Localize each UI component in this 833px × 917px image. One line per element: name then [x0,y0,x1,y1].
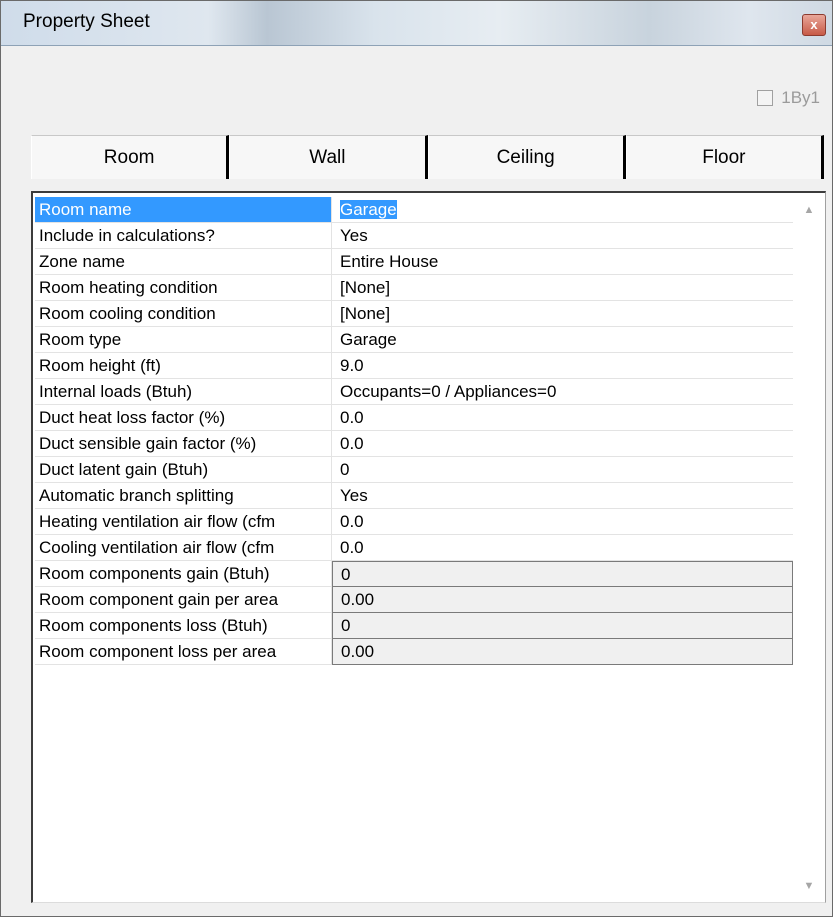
property-grid: Room name Garage Include in calculations… [35,197,793,665]
property-sheet-window: Property Sheet x 1By1 Room Wall Ceiling … [0,0,833,917]
property-value[interactable]: 0.0 [332,535,793,561]
tab-wall[interactable]: Wall [229,135,428,179]
property-value[interactable]: [None] [332,301,793,327]
property-label: Duct heat loss factor (%) [35,405,332,431]
property-value[interactable]: Yes [332,223,793,249]
property-row[interactable]: Room heating condition [None] [35,275,793,301]
property-value-readonly: 0.00 [332,639,793,665]
property-row[interactable]: Duct latent gain (Btuh) 0 [35,457,793,483]
property-value[interactable]: Yes [332,483,793,509]
vertical-scrollbar[interactable]: ▲ ▼ [794,193,824,901]
property-value[interactable]: [None] [332,275,793,301]
property-value-readonly: 0 [332,561,793,587]
close-button[interactable]: x [802,14,826,36]
property-row[interactable]: Cooling ventilation air flow (cfm 0.0 [35,535,793,561]
property-value-text: Garage [340,200,397,219]
scroll-down-arrow-icon[interactable]: ▼ [794,875,824,897]
one-by-one-checkbox[interactable] [757,90,774,106]
property-grid-panel: Room name Garage Include in calculations… [31,191,826,903]
tab-strip: Room Wall Ceiling Floor [31,135,824,179]
title-bar[interactable]: Property Sheet x [1,1,832,46]
property-row-room-name[interactable]: Room name Garage [35,197,793,223]
property-row[interactable]: Heating ventilation air flow (cfm 0.0 [35,509,793,535]
property-row[interactable]: Room cooling condition [None] [35,301,793,327]
one-by-one-option[interactable]: 1By1 [757,87,820,109]
property-row-readonly: Room components loss (Btuh) 0 [35,613,793,639]
property-label: Include in calculations? [35,223,332,249]
property-label: Room component loss per area [35,639,332,665]
property-row-readonly: Room component loss per area 0.00 [35,639,793,665]
property-label: Duct latent gain (Btuh) [35,457,332,483]
property-row[interactable]: Duct sensible gain factor (%) 0.0 [35,431,793,457]
tab-ceiling[interactable]: Ceiling [427,135,626,179]
property-label: Zone name [35,249,332,275]
property-label: Internal loads (Btuh) [35,379,332,405]
property-label: Heating ventilation air flow (cfm [35,509,332,535]
property-label: Room type [35,327,332,353]
property-row[interactable]: Room height (ft) 9.0 [35,353,793,379]
property-value[interactable]: 0 [332,457,793,483]
property-label: Room components loss (Btuh) [35,613,332,639]
property-value[interactable]: 0.0 [332,509,793,535]
property-row[interactable]: Room type Garage [35,327,793,353]
property-row-readonly: Room component gain per area 0.00 [35,587,793,613]
property-value[interactable]: Entire House [332,249,793,275]
property-row-readonly: Room components gain (Btuh) 0 [35,561,793,587]
property-label: Cooling ventilation air flow (cfm [35,535,332,561]
property-value[interactable]: 9.0 [332,353,793,379]
one-by-one-label: 1By1 [781,88,820,107]
property-value[interactable]: Garage [332,197,793,223]
window-title: Property Sheet [23,11,150,32]
tab-room[interactable]: Room [31,135,230,179]
property-value[interactable]: 0.0 [332,405,793,431]
tab-floor[interactable]: Floor [625,135,824,179]
property-row[interactable]: Automatic branch splitting Yes [35,483,793,509]
property-label: Room cooling condition [35,301,332,327]
property-row[interactable]: Zone name Entire House [35,249,793,275]
scroll-up-arrow-icon[interactable]: ▲ [794,199,824,221]
property-value[interactable]: Occupants=0 / Appliances=0 [332,379,793,405]
property-label: Automatic branch splitting [35,483,332,509]
property-row[interactable]: Include in calculations? Yes [35,223,793,249]
property-label: Room height (ft) [35,353,332,379]
property-label: Room component gain per area [35,587,332,613]
property-value[interactable]: Garage [332,327,793,353]
property-label: Room name [35,197,332,223]
property-label: Room heating condition [35,275,332,301]
property-value-readonly: 0 [332,613,793,639]
property-value-readonly: 0.00 [332,587,793,613]
property-label: Room components gain (Btuh) [35,561,332,587]
property-row[interactable]: Duct heat loss factor (%) 0.0 [35,405,793,431]
close-icon: x [810,17,818,32]
property-value[interactable]: 0.0 [332,431,793,457]
property-row[interactable]: Internal loads (Btuh) Occupants=0 / Appl… [35,379,793,405]
property-label: Duct sensible gain factor (%) [35,431,332,457]
